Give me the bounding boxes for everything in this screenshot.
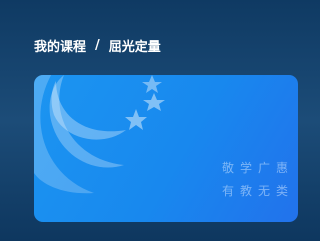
- breadcrumb: 我的课程 / 屈光定量: [34, 36, 161, 55]
- breadcrumb-current-course: 屈光定量: [108, 39, 161, 55]
- motto-line-1: 敬学广惠: [222, 161, 295, 175]
- motto-line-2: 有教无类: [222, 184, 295, 198]
- breadcrumb-separator: /: [95, 37, 100, 53]
- course-cover-card[interactable]: 敬学广惠 有教无类: [34, 75, 298, 222]
- crescent-stars-logo-icon: [34, 75, 165, 194]
- breadcrumb-my-courses[interactable]: 我的课程: [34, 36, 86, 55]
